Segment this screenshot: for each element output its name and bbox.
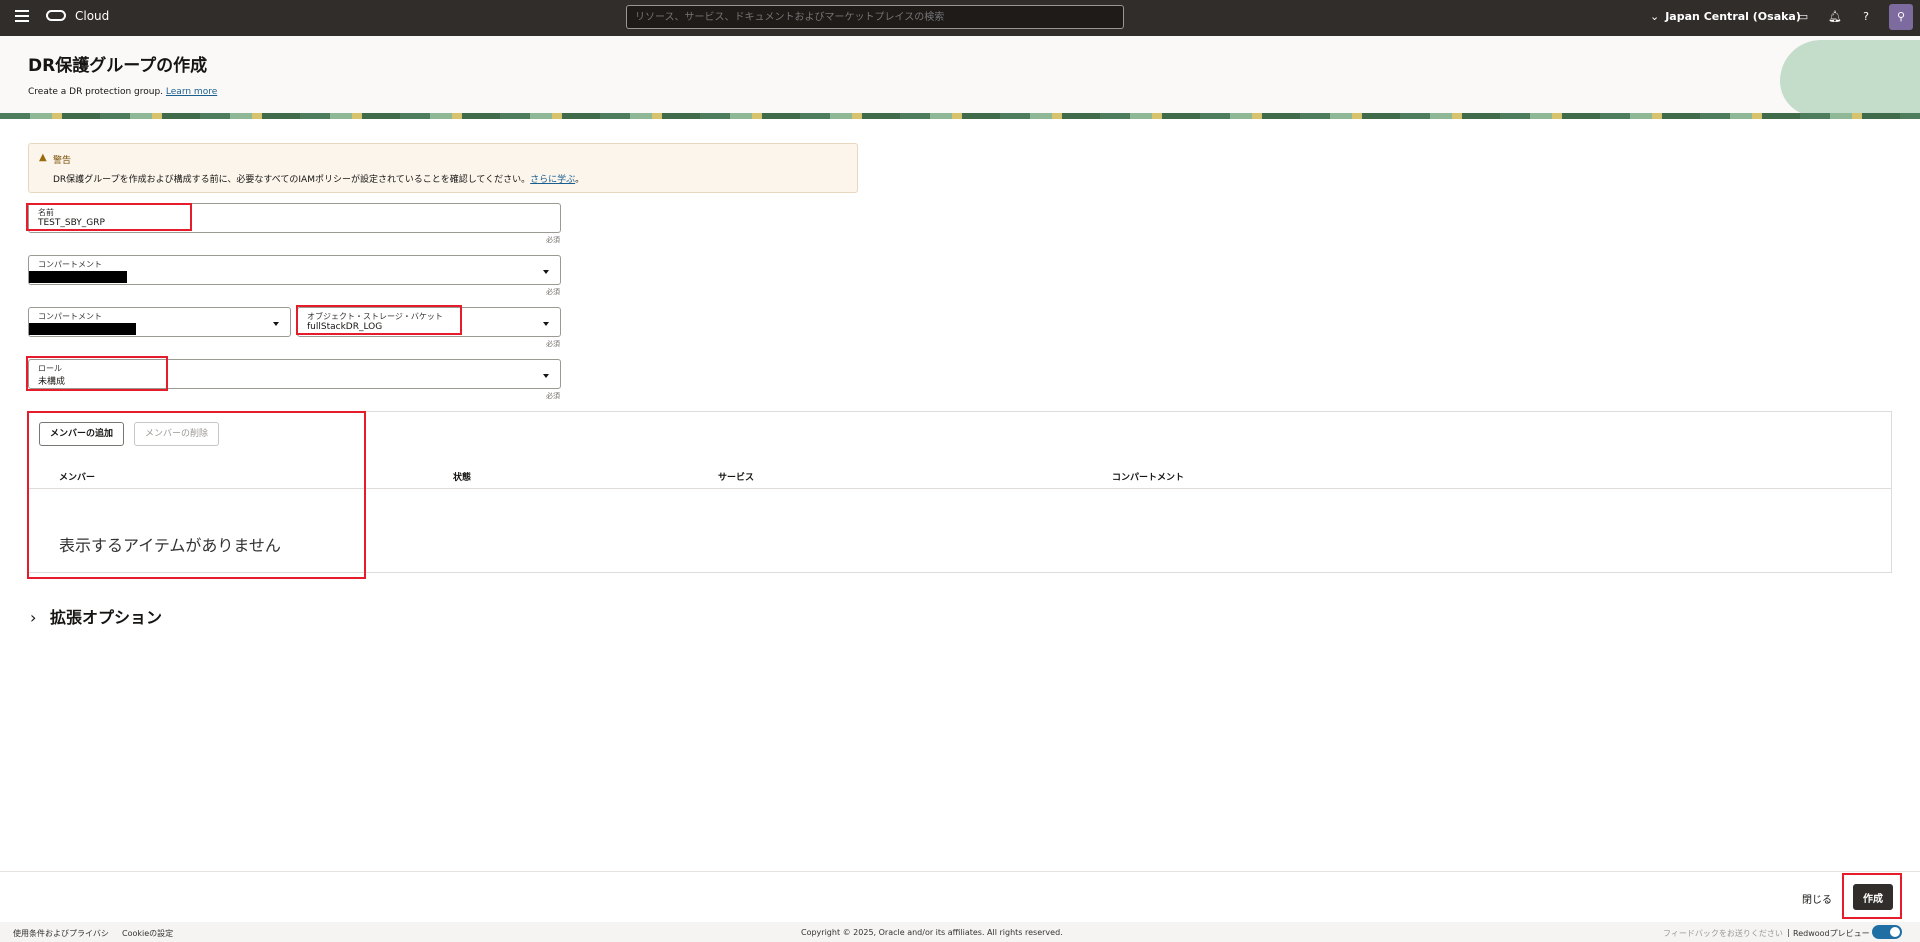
role-required: 必須 bbox=[546, 392, 560, 400]
decorative-leaf bbox=[1780, 40, 1920, 116]
top-bar: Cloud ⌄ Japan Central (Osaka) ▭ 🔔︎ ? ⚲ bbox=[0, 0, 1920, 36]
copyright-text: Copyright © 2025, Oracle and/or its affi… bbox=[801, 928, 1063, 937]
warning-title: 警告 bbox=[53, 156, 72, 166]
highlight-create bbox=[1842, 873, 1902, 919]
user-icon[interactable]: ⚲ bbox=[1889, 4, 1913, 30]
bucket-compartment-select[interactable]: コンパートメント bbox=[28, 307, 291, 337]
redwood-preview-toggle[interactable] bbox=[1872, 925, 1902, 939]
caret-down-icon bbox=[543, 374, 549, 378]
highlight-members bbox=[27, 411, 366, 579]
highlight-bucket bbox=[296, 305, 462, 335]
warning-learn-more-link[interactable]: さらに学ぶ bbox=[530, 175, 575, 185]
column-header-compartment[interactable]: コンパートメント bbox=[1112, 470, 1184, 483]
help-icon[interactable]: ? bbox=[1859, 10, 1873, 24]
caret-down-icon bbox=[543, 322, 549, 326]
warning-text: DR保護グループを作成および構成する前に、必要なすべてのIAMポリシーが設定され… bbox=[53, 172, 584, 185]
advanced-options-label: 拡張オプション bbox=[50, 608, 163, 627]
subtitle-text: Create a DR protection group. bbox=[28, 87, 164, 97]
brand-name[interactable]: Cloud bbox=[75, 9, 109, 23]
action-bar-divider bbox=[0, 871, 1920, 872]
redacted-bucket-compartment bbox=[29, 323, 136, 335]
advanced-options-toggle[interactable]: › 拡張オプション bbox=[30, 604, 162, 628]
highlight-role bbox=[26, 356, 168, 391]
chevron-down-icon: ⌄ bbox=[1650, 10, 1660, 23]
decorative-banner bbox=[0, 113, 1920, 119]
close-button[interactable]: 閉じる bbox=[1802, 891, 1832, 906]
learn-more-link[interactable]: Learn more bbox=[166, 87, 217, 97]
column-header-status[interactable]: 状態 bbox=[453, 470, 471, 483]
caret-down-icon bbox=[543, 270, 549, 274]
search-input[interactable] bbox=[626, 5, 1124, 29]
compartment-required: 必須 bbox=[546, 288, 560, 296]
page-title: DR保護グループの作成 bbox=[28, 56, 208, 76]
cookie-link[interactable]: Cookieの設定 bbox=[122, 928, 173, 939]
compartment-select[interactable]: コンパートメント bbox=[28, 255, 561, 285]
footer-separator: | bbox=[1787, 928, 1790, 937]
redwood-preview-label: Redwoodプレビュー bbox=[1793, 929, 1870, 938]
highlight-name bbox=[26, 203, 192, 231]
region-label: Japan Central (Osaka) bbox=[1665, 10, 1801, 23]
chevron-right-icon: › bbox=[30, 608, 37, 627]
warning-message: ▲ 警告 DR保護グループを作成および構成する前に、必要なすべてのIAMポリシー… bbox=[28, 143, 858, 193]
page-subtitle: Create a DR protection group. Learn more bbox=[28, 87, 217, 97]
oracle-logo-icon[interactable] bbox=[46, 10, 66, 21]
region-selector[interactable]: ⌄ Japan Central (Osaka) bbox=[1650, 10, 1801, 23]
page-header bbox=[0, 36, 1920, 118]
warning-suffix: 。 bbox=[575, 175, 585, 185]
caret-down-icon bbox=[273, 322, 279, 326]
warning-body: DR保護グループを作成および構成する前に、必要なすべてのIAMポリシーが設定され… bbox=[53, 175, 531, 185]
name-required: 必須 bbox=[546, 236, 560, 244]
warning-icon: ▲ bbox=[39, 152, 47, 163]
menu-icon[interactable] bbox=[15, 10, 29, 22]
feedback-link[interactable]: フィードバックをお送りください bbox=[1663, 928, 1783, 939]
bell-icon[interactable]: 🔔︎ bbox=[1828, 10, 1842, 24]
console-icon[interactable]: ▭ bbox=[1796, 10, 1810, 24]
bucket-required: 必須 bbox=[546, 340, 560, 348]
terms-link[interactable]: 使用条件およびプライバシ bbox=[13, 928, 109, 939]
footer: 使用条件およびプライバシ Cookieの設定 Copyright © 2025,… bbox=[0, 922, 1920, 942]
redacted-compartment bbox=[29, 271, 127, 283]
compartment-label: コンパートメント bbox=[38, 260, 102, 269]
bucket-compartment-label: コンパートメント bbox=[38, 312, 102, 321]
column-header-service[interactable]: サービス bbox=[718, 470, 754, 483]
